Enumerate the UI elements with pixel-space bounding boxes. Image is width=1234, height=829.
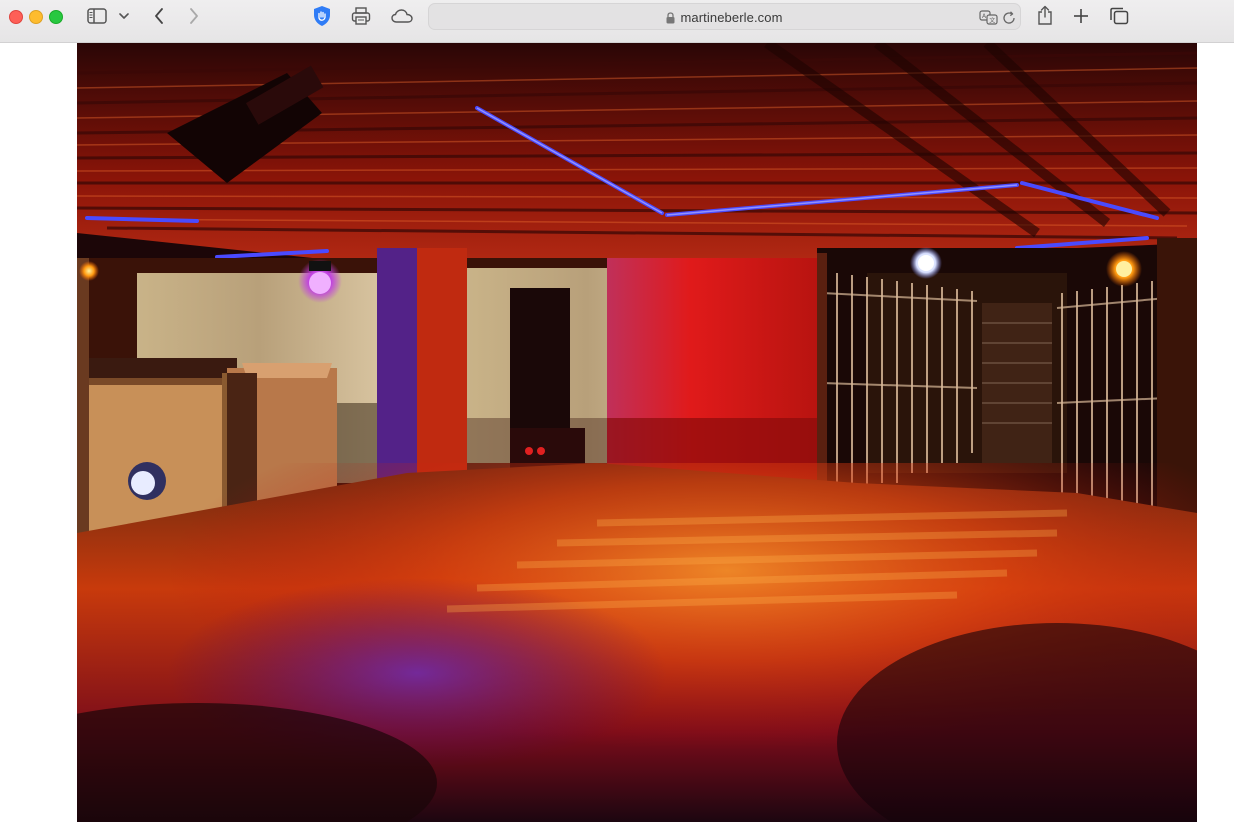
- close-window-button[interactable]: [9, 10, 23, 24]
- url-text: martineberle.com: [680, 10, 783, 25]
- forward-icon[interactable]: [185, 6, 203, 26]
- tabs-overview-icon[interactable]: [1108, 6, 1130, 26]
- page-content: [0, 43, 1234, 829]
- plus-icon[interactable]: [1071, 6, 1091, 26]
- sidebar-icon[interactable]: [86, 7, 108, 25]
- svg-text:文: 文: [989, 16, 995, 24]
- cloud-icon[interactable]: [390, 8, 414, 24]
- zoom-window-button[interactable]: [49, 10, 63, 24]
- nightclub-interior-photo: [77, 43, 1197, 822]
- print-icon[interactable]: [350, 6, 372, 26]
- privacy-shield-icon[interactable]: [311, 5, 333, 27]
- svg-text:A: A: [982, 13, 987, 20]
- translate-icon[interactable]: A文: [978, 9, 998, 26]
- chevron-down-icon[interactable]: [117, 10, 131, 22]
- back-icon[interactable]: [150, 6, 168, 26]
- address-bar[interactable]: martineberle.com A文: [428, 3, 1021, 30]
- lock-icon: [666, 11, 675, 24]
- browser-toolbar: martineberle.com A文: [0, 0, 1234, 43]
- reload-icon[interactable]: [1001, 10, 1017, 26]
- minimize-window-button[interactable]: [29, 10, 43, 24]
- share-icon[interactable]: [1035, 4, 1055, 26]
